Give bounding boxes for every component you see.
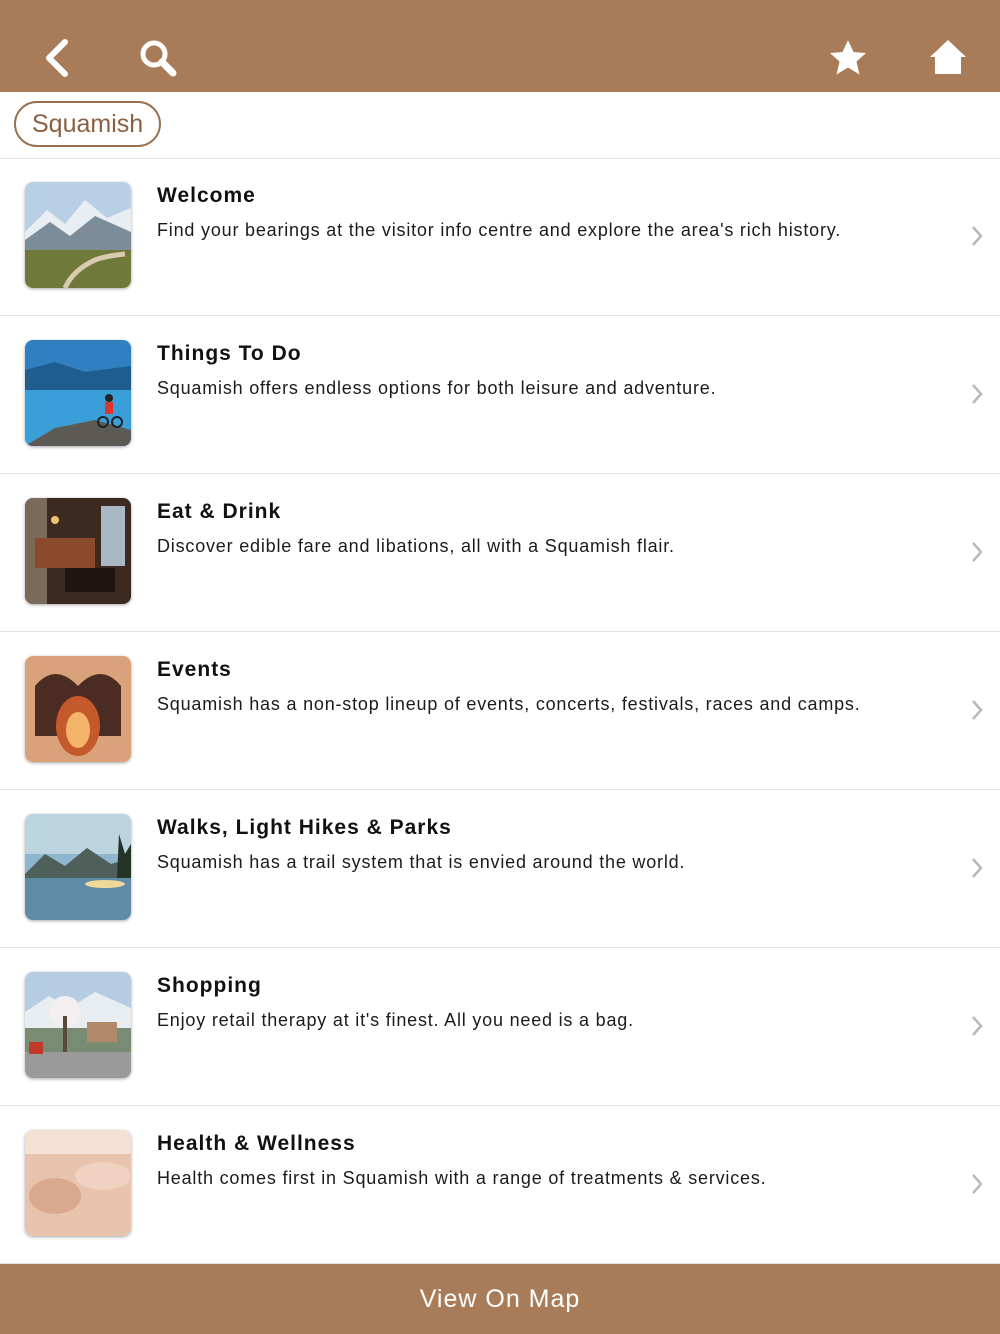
item-description: Squamish offers endless options for both… [157,378,717,398]
thumbnail-town-street [25,972,131,1078]
list-item-welcome[interactable]: Welcome Find your bearings at the visito… [0,158,1000,316]
back-chevron-icon[interactable] [28,28,88,88]
item-description: Discover edible fare and libations, all … [157,536,675,556]
chevron-right-icon [972,542,983,562]
breadcrumb-chip-squamish[interactable]: Squamish [14,101,162,147]
item-title: Health & Wellness [157,1132,356,1155]
category-list: Welcome Find your bearings at the visito… [0,158,1000,1264]
item-title: Shopping [157,974,262,997]
list-item-shopping[interactable]: Shopping Enjoy retail therapy at it's fi… [0,948,1000,1106]
thumbnail-massage-hands [25,1130,131,1236]
view-on-map-button[interactable]: View On Map [0,1264,1000,1334]
thumbnail-mountain-trail [25,182,131,288]
breadcrumb: Squamish [0,92,1000,159]
item-description: Enjoy retail therapy at it's finest. All… [157,1010,634,1030]
star-icon[interactable] [818,28,878,88]
item-description: Squamish has a non-stop lineup of events… [157,694,861,714]
item-title: Events [157,658,232,681]
chevron-right-icon [972,1016,983,1036]
list-item-things-to-do[interactable]: Things To Do Squamish offers endless opt… [0,316,1000,474]
list-item-health-wellness[interactable]: Health & Wellness Health comes first in … [0,1106,1000,1264]
item-title: Things To Do [157,342,302,365]
chevron-right-icon [972,858,983,878]
view-on-map-label: View On Map [419,1284,581,1313]
item-description: Health comes first in Squamish with a ra… [157,1168,767,1188]
top-nav-bar [0,0,1000,92]
list-item-eat-drink[interactable]: Eat & Drink Discover edible fare and lib… [0,474,1000,632]
item-title: Welcome [157,184,256,207]
item-description: Find your bearings at the visitor info c… [157,220,842,240]
chevron-right-icon [972,700,983,720]
list-item-events[interactable]: Events Squamish has a non-stop lineup of… [0,632,1000,790]
thumbnail-mountain-biker [25,340,131,446]
list-item-walks-hikes-parks[interactable]: Walks, Light Hikes & Parks Squamish has … [0,790,1000,948]
item-title: Walks, Light Hikes & Parks [157,816,452,839]
thumbnail-heart-hands-fire [25,656,131,762]
chevron-right-icon [972,384,983,404]
thumbnail-restaurant [25,498,131,604]
search-icon[interactable] [128,28,188,88]
item-description: Squamish has a trail system that is envi… [157,852,686,872]
chevron-right-icon [972,1174,983,1194]
home-icon[interactable] [918,28,978,88]
item-title: Eat & Drink [157,500,282,523]
chevron-right-icon [972,226,983,246]
thumbnail-lake-sunset [25,814,131,920]
